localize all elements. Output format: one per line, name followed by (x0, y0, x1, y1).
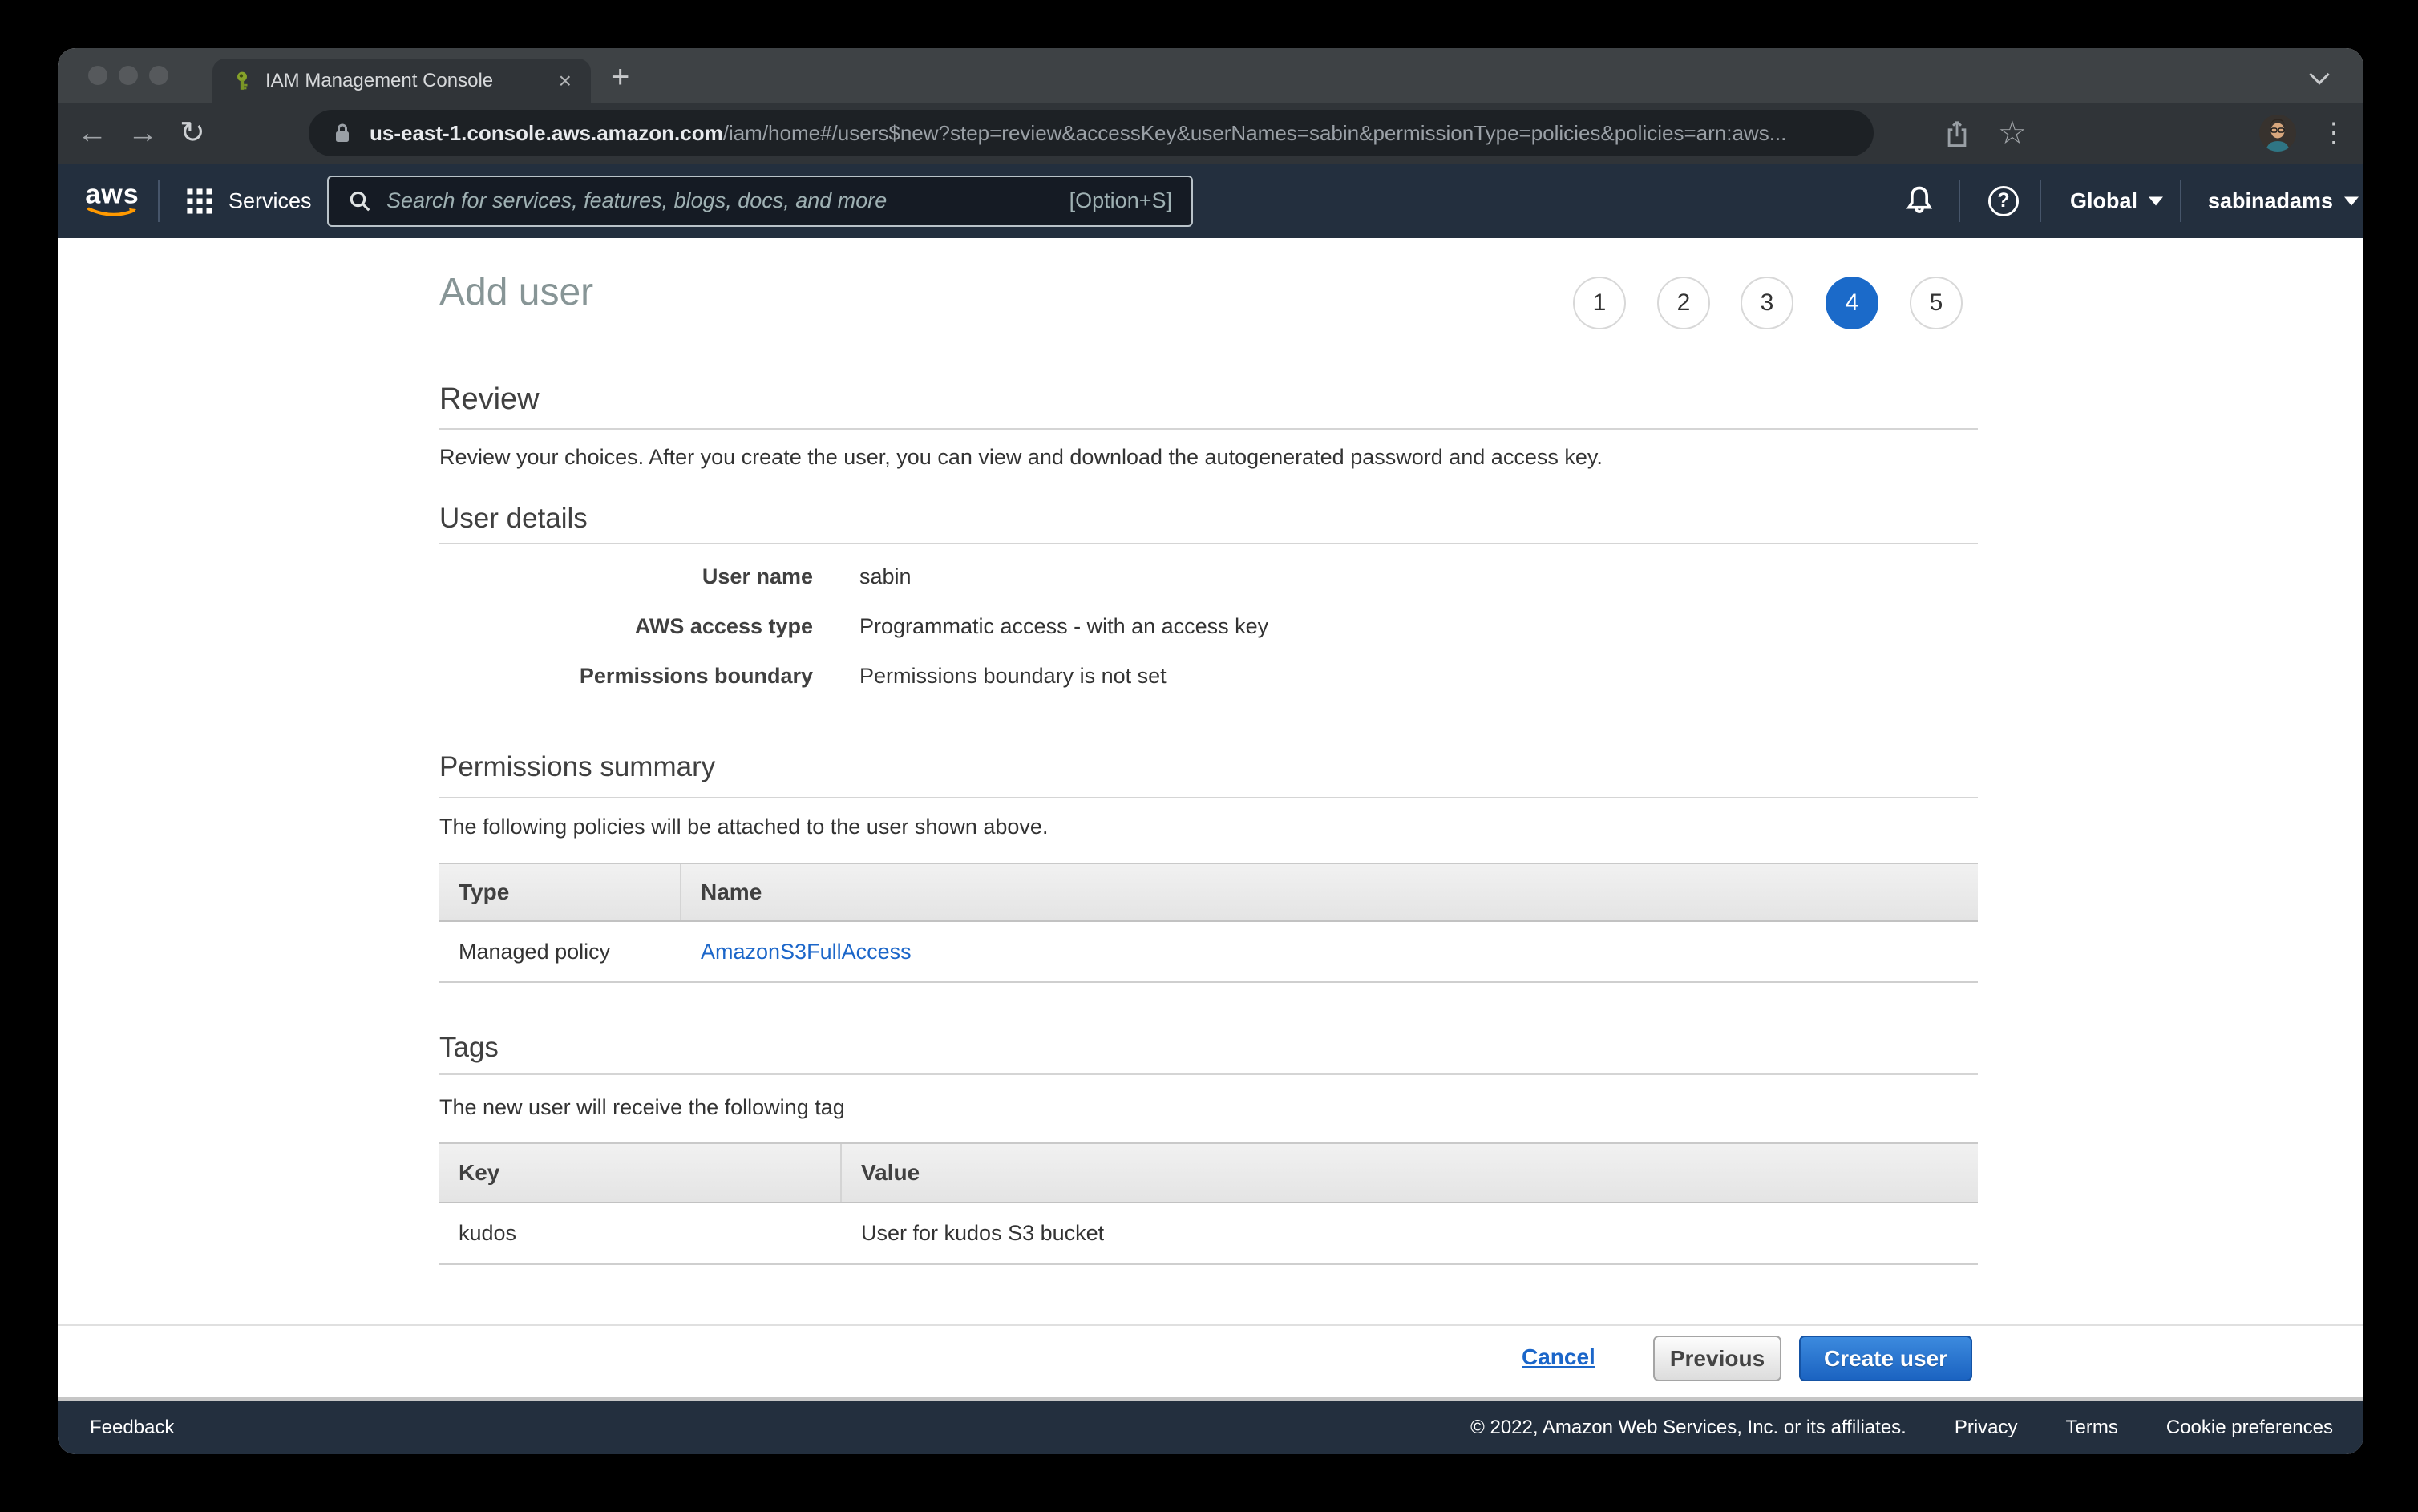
traffic-light-zoom-icon[interactable] (149, 66, 168, 85)
privacy-link[interactable]: Privacy (1955, 1417, 2018, 1439)
user-name-label: User name (439, 562, 813, 591)
tab-title: IAM Management Console (265, 70, 546, 92)
help-glyph: ? (1997, 189, 2009, 212)
tab-close-icon[interactable]: × (559, 70, 572, 92)
lock-icon (333, 122, 352, 144)
traffic-light-minimize-icon[interactable] (119, 66, 138, 85)
cookie-preferences-link[interactable]: Cookie preferences (2166, 1417, 2333, 1439)
tab-search-chevron-icon[interactable] (2309, 64, 2329, 84)
user-name-value: sabin (859, 562, 912, 591)
aws-navbar: aws Services [Option+S] (58, 164, 2363, 238)
region-label: Global (2070, 188, 2137, 213)
wizard-step-4-active[interactable]: 4 (1826, 277, 1878, 329)
nav-divider (1959, 180, 1960, 222)
access-type-label: AWS access type (439, 612, 813, 641)
cancel-button[interactable]: Cancel (1522, 1344, 1595, 1370)
actions-divider (58, 1324, 2363, 1326)
page-title: Add user (439, 270, 593, 314)
policy-name-link[interactable]: AmazonS3FullAccess (701, 940, 912, 964)
services-menu[interactable]: Services (228, 188, 312, 213)
search-shortcut-hint: [Option+S] (1070, 188, 1172, 213)
browser-menu-icon[interactable]: ⋮ (2320, 119, 2347, 147)
new-tab-button[interactable]: + (611, 59, 629, 95)
tag-key-cell: kudos (439, 1203, 842, 1263)
section-divider (439, 797, 1978, 798)
iam-key-favicon-icon (232, 71, 253, 91)
tags-heading: Tags (439, 1032, 499, 1064)
aws-logo-text: aws (84, 182, 140, 207)
traffic-light-close-icon[interactable] (88, 66, 107, 85)
table-row: kudos User for kudos S3 bucket (439, 1203, 1978, 1265)
copyright-text: © 2022, Amazon Web Services, Inc. or its… (1470, 1417, 1906, 1439)
tags-table: Key Value kudos User for kudos S3 bucket (439, 1142, 1978, 1265)
review-heading: Review (439, 382, 540, 417)
address-bar[interactable]: us-east-1.console.aws.amazon.com/iam/hom… (309, 110, 1874, 156)
url-domain: us-east-1.console.aws.amazon.com (370, 121, 723, 145)
wizard-step-1[interactable]: 1 (1573, 277, 1626, 329)
section-divider (439, 543, 1978, 544)
terms-link[interactable]: Terms (2066, 1417, 2118, 1439)
create-user-button[interactable]: Create user (1799, 1336, 1972, 1381)
tag-value-cell: User for kudos S3 bucket (842, 1203, 1978, 1263)
add-user-wizard: Add user 1 2 3 4 5 Review Review your ch… (58, 238, 2363, 1397)
url-text: us-east-1.console.aws.amazon.com/iam/hom… (370, 121, 1786, 146)
permissions-boundary-value: Permissions boundary is not set (859, 661, 1167, 690)
help-icon[interactable]: ? (1988, 186, 2019, 216)
policy-type-cell: Managed policy (439, 922, 681, 981)
permissions-summary-heading: Permissions summary (439, 751, 715, 783)
previous-button[interactable]: Previous (1653, 1336, 1781, 1381)
permissions-boundary-label: Permissions boundary (439, 661, 813, 690)
browser-tab[interactable]: IAM Management Console × (212, 59, 591, 103)
nav-divider (158, 180, 160, 222)
tags-table-header: Key Value (439, 1142, 1978, 1203)
forward-button[interactable]: → (127, 118, 158, 148)
section-divider (439, 1073, 1978, 1075)
tags-description: The new user will receive the following … (439, 1095, 845, 1120)
type-column-header: Type (439, 864, 681, 920)
wizard-step-5[interactable]: 5 (1910, 277, 1963, 329)
wizard-step-2[interactable]: 2 (1657, 277, 1710, 329)
name-column-header: Name (681, 864, 1978, 920)
table-row: Managed policy AmazonS3FullAccess (439, 922, 1978, 983)
tab-strip: IAM Management Console × + (58, 48, 2363, 103)
profile-avatar[interactable] (2259, 115, 2296, 152)
back-button[interactable]: ← (77, 118, 107, 148)
console-search-input[interactable] (386, 188, 1055, 213)
chevron-down-icon (2344, 196, 2359, 205)
browser-window: IAM Management Console × + ← → ↻ us-east… (58, 48, 2363, 1454)
value-column-header: Value (842, 1144, 1978, 1202)
reload-button[interactable]: ↻ (180, 118, 205, 148)
share-icon[interactable] (1943, 117, 1971, 149)
wizard-step-3[interactable]: 3 (1741, 277, 1793, 329)
bookmark-star-icon[interactable]: ☆ (1998, 117, 2027, 149)
account-menu[interactable]: sabinadams (2208, 188, 2359, 213)
account-label: sabinadams (2208, 188, 2333, 213)
url-path: /iam/home#/users$new?step=review&accessK… (723, 121, 1787, 145)
review-description: Review your choices. After you create th… (439, 445, 1603, 470)
console-footer: Feedback © 2022, Amazon Web Services, In… (58, 1401, 2363, 1454)
policies-table: Type Name Managed policy AmazonS3FullAcc… (439, 863, 1978, 983)
nav-divider (2180, 180, 2181, 222)
nav-divider (2040, 180, 2041, 222)
chevron-down-icon (2149, 196, 2163, 205)
access-type-value: Programmatic access - with an access key (859, 612, 1268, 641)
section-divider (439, 428, 1978, 430)
console-search[interactable]: [Option+S] (327, 176, 1193, 227)
key-column-header: Key (439, 1144, 842, 1202)
notifications-bell-icon[interactable] (1902, 184, 1937, 219)
feedback-link[interactable]: Feedback (90, 1417, 174, 1439)
aws-logo[interactable]: aws (84, 182, 140, 220)
user-details-heading: User details (439, 503, 588, 535)
region-selector[interactable]: Global (2070, 188, 2163, 213)
browser-toolbar: ← → ↻ us-east-1.console.aws.amazon.com/i… (58, 103, 2363, 164)
policies-table-header: Type Name (439, 863, 1978, 922)
services-grid-icon[interactable] (186, 188, 213, 215)
permissions-description: The following policies will be attached … (439, 815, 1048, 839)
search-icon (348, 189, 372, 213)
